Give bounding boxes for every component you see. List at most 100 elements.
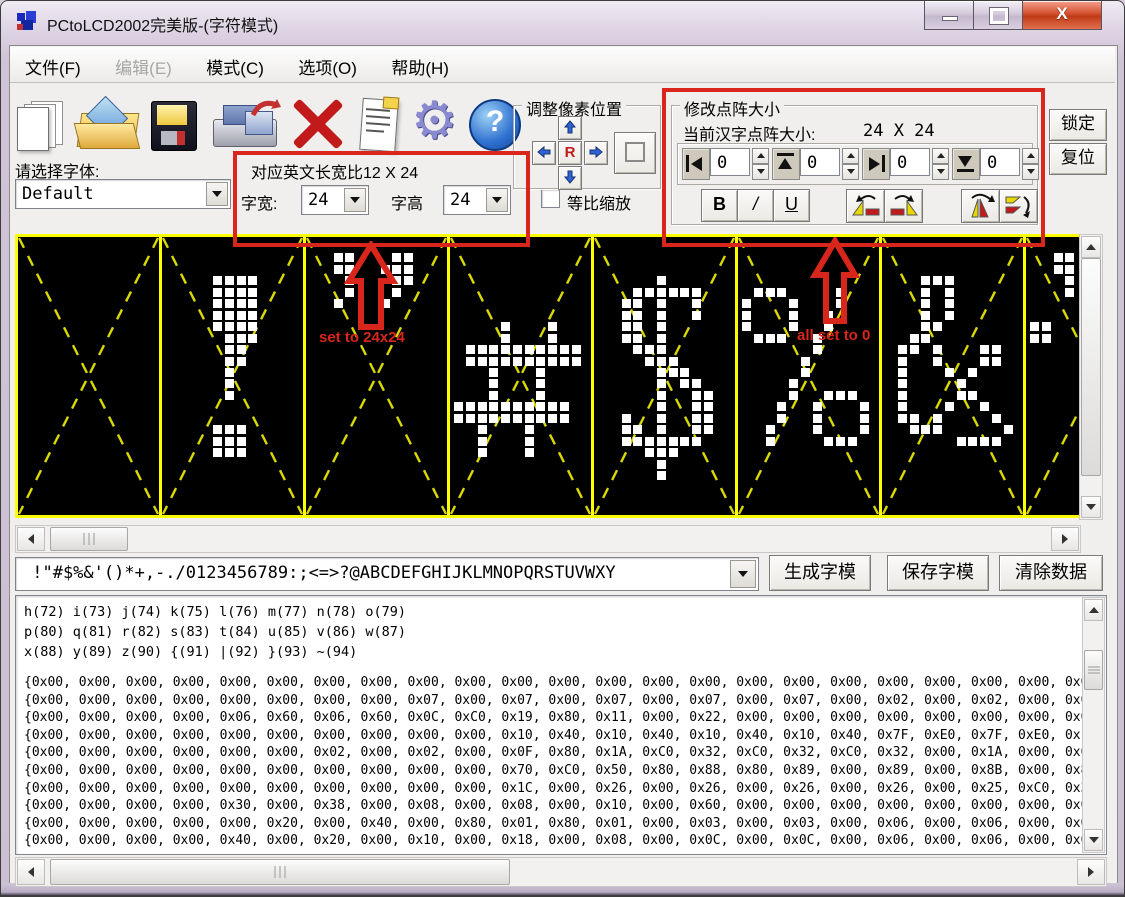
margin-bottom-icon[interactable]: [952, 148, 980, 180]
reset-position-button[interactable]: R: [558, 141, 582, 165]
glyph-pixel: [789, 391, 798, 400]
save-button[interactable]: 保存字模: [887, 555, 989, 591]
flip-vertical-button[interactable]: [961, 189, 1000, 223]
preview-cell-5[interactable]: [738, 237, 882, 515]
preview-cell-0[interactable]: [18, 237, 162, 515]
char-width-dropdown[interactable]: [344, 188, 366, 212]
notes-pad-icon[interactable]: [353, 97, 409, 153]
bold-button[interactable]: B: [701, 189, 738, 222]
open-folder-icon[interactable]: [77, 97, 133, 153]
underline-button[interactable]: U: [773, 189, 810, 222]
preview-hscroll-thumb[interactable]: [50, 527, 128, 551]
scroll-left-button[interactable]: [17, 859, 45, 885]
glyph-pixel: [742, 311, 751, 320]
char-width-combo[interactable]: 24: [301, 185, 369, 215]
delete-x-icon[interactable]: [289, 97, 345, 153]
preview-hscrollbar[interactable]: [15, 525, 1081, 553]
lock-button[interactable]: 锁定: [1049, 109, 1107, 141]
rotate-left-button[interactable]: [846, 189, 885, 223]
char-height-dropdown[interactable]: [486, 188, 508, 212]
rotate-right-button[interactable]: [884, 189, 923, 223]
glyph-pixel: [1065, 265, 1074, 274]
current-size-value: 24 X 24: [863, 121, 935, 141]
move-right-button[interactable]: [584, 141, 608, 165]
italic-button[interactable]: /: [737, 189, 774, 222]
move-up-button[interactable]: [558, 116, 582, 140]
glyph-pixel: [801, 368, 810, 377]
preview-cell-3[interactable]: [450, 237, 594, 515]
save-floppy-icon[interactable]: [147, 97, 203, 153]
menu-edit[interactable]: 编辑(E): [100, 47, 187, 82]
margin-left-spinner[interactable]: [752, 148, 769, 180]
output-textarea[interactable]: h(72) i(73) j(74) k(75) l(76) m(77) n(78…: [15, 595, 1107, 855]
output-index-line: x(88) y(89) z(90) {(91) |(92) }(93) ~(94…: [24, 642, 1106, 662]
glyph-pixel: [813, 402, 822, 411]
glyph-pixel: [633, 288, 642, 297]
char-height-combo[interactable]: 24: [443, 185, 511, 215]
glyph-pixel: [766, 437, 775, 446]
menu-file[interactable]: 文件(F): [10, 47, 96, 82]
margin-top-input[interactable]: [800, 148, 840, 176]
move-left-button[interactable]: [532, 141, 556, 165]
output-hscrollbar[interactable]: [15, 857, 1107, 887]
margin-top-icon[interactable]: [772, 148, 800, 180]
export-print-icon[interactable]: [211, 97, 285, 153]
preview-cell-7[interactable]: [1026, 237, 1079, 515]
flip-horizontal-button[interactable]: [999, 189, 1038, 223]
preview-vscroll-thumb[interactable]: [1081, 258, 1101, 476]
preview-cell-4[interactable]: [594, 237, 738, 515]
glyph-pixel: [657, 402, 666, 411]
margin-right-icon[interactable]: [862, 148, 890, 180]
margin-right-input[interactable]: [890, 148, 930, 176]
output-vscroll-thumb[interactable]: [1084, 650, 1103, 690]
preview-cell-2[interactable]: [306, 237, 450, 515]
settings-gear-icon[interactable]: ⚙: [409, 97, 465, 153]
font-select-combo[interactable]: Default: [15, 179, 231, 209]
scroll-down-button[interactable]: [1081, 496, 1101, 518]
move-down-button[interactable]: [558, 166, 582, 190]
output-hscroll-thumb[interactable]: [50, 859, 510, 885]
center-glyph-button[interactable]: [614, 132, 656, 174]
close-button[interactable]: X: [1022, 1, 1102, 30]
glyph-pixel: [824, 311, 833, 320]
menu-mode[interactable]: 模式(C): [191, 47, 279, 82]
new-file-icon[interactable]: [13, 97, 69, 153]
margin-bottom-spinner[interactable]: [1022, 148, 1039, 180]
preview-vscrollbar[interactable]: [1079, 234, 1103, 520]
title-bar[interactable]: PCtoLCD2002完美版-(字符模式) X: [1, 1, 1124, 45]
scroll-up-button[interactable]: [1084, 599, 1103, 621]
scroll-down-button[interactable]: [1084, 829, 1103, 851]
glyph-pixel: [704, 402, 713, 411]
preview-cell-6[interactable]: [882, 237, 1026, 515]
glyph-pixel: [777, 402, 786, 411]
output-hex-line: {0x00, 0x00, 0x00, 0x00, 0x00, 0x00, 0x0…: [24, 674, 1106, 692]
menu-options[interactable]: 选项(O): [283, 47, 372, 82]
font-select-dropdown[interactable]: [206, 182, 228, 206]
glyph-pixel: [813, 414, 822, 423]
margin-left-icon[interactable]: [682, 148, 710, 180]
scroll-right-button[interactable]: [1077, 859, 1105, 885]
charlist-combo[interactable]: !"#$%&'()*+,-./0123456789:;<=>?@ABCDEFGH…: [15, 557, 759, 591]
scroll-right-button[interactable]: [1051, 527, 1079, 551]
preview-area[interactable]: [15, 234, 1079, 518]
maximize-button[interactable]: [973, 1, 1024, 30]
scroll-left-button[interactable]: [17, 527, 45, 551]
scroll-up-button[interactable]: [1081, 236, 1101, 258]
equal-scale-checkbox[interactable]: [541, 189, 560, 208]
output-vscrollbar[interactable]: [1082, 597, 1105, 853]
margin-left-input[interactable]: [710, 148, 750, 176]
preview-cell-1[interactable]: [162, 237, 306, 515]
reset-button[interactable]: 复位: [1049, 143, 1107, 175]
glyph-pixel: [633, 437, 642, 446]
charlist-dropdown[interactable]: [730, 560, 756, 588]
margin-right-spinner[interactable]: [932, 148, 949, 180]
margin-top-spinner[interactable]: [842, 148, 859, 180]
glyph-pixel: [657, 322, 666, 331]
menu-help[interactable]: 帮助(H): [376, 47, 464, 82]
glyph-pixel: [645, 448, 654, 457]
minimize-button[interactable]: [924, 1, 975, 30]
generate-button[interactable]: 生成字模: [769, 555, 871, 591]
margin-bottom-input[interactable]: [980, 148, 1020, 176]
clear-button[interactable]: 清除数据: [999, 555, 1103, 591]
chevron-down-icon: [738, 571, 748, 577]
